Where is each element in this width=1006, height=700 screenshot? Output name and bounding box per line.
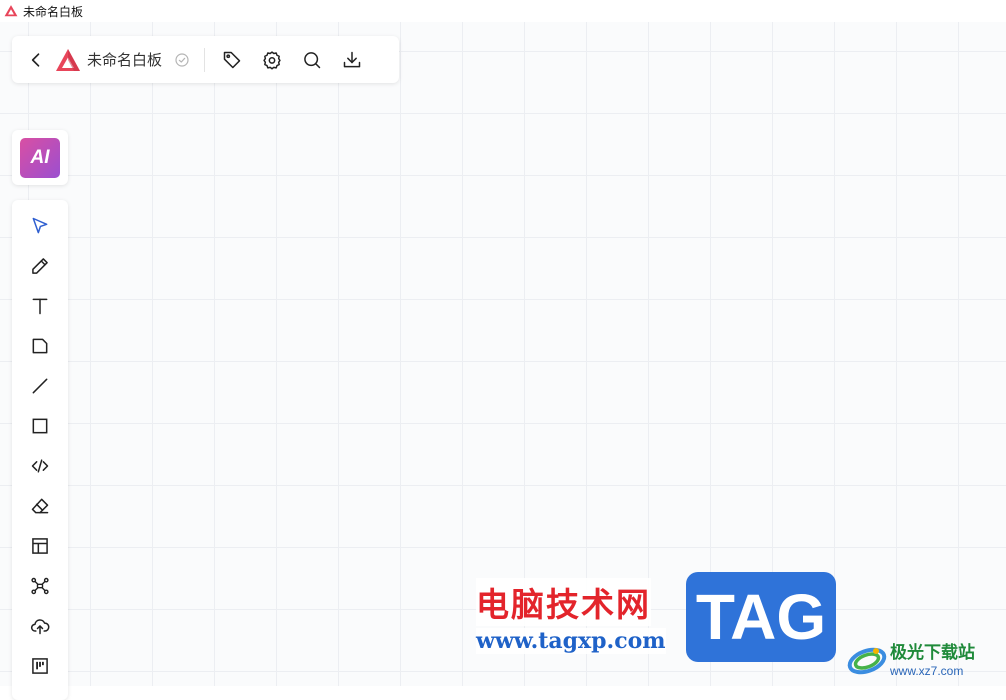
window-titlebar: 未命名白板 [0, 0, 1006, 22]
code-icon [31, 459, 49, 473]
chevron-left-icon [31, 52, 40, 67]
watermark-cn-text: 电脑技术网 [476, 578, 651, 626]
board-header: 未命名白板 [12, 36, 399, 83]
rectangle-icon [32, 418, 48, 434]
text-icon [32, 298, 48, 315]
layout-icon [32, 538, 48, 554]
eraser-icon [31, 498, 49, 514]
sticky-note-icon [32, 338, 48, 354]
window-title: 未命名白板 [23, 4, 84, 19]
watermark-tag-logo: TAG [686, 572, 836, 662]
gear-icon [263, 50, 281, 69]
tool-text[interactable] [26, 292, 54, 320]
cloud-upload-icon [31, 619, 50, 635]
tool-template[interactable] [26, 532, 54, 560]
search-icon [304, 51, 321, 68]
download-button[interactable] [339, 47, 365, 73]
tool-eraser[interactable] [26, 492, 54, 520]
tag-icon [223, 51, 241, 68]
tag-button[interactable] [219, 47, 245, 73]
ai-panel: AI [12, 130, 68, 185]
tool-kanban[interactable] [26, 652, 54, 680]
pencil-icon [32, 258, 48, 274]
tool-upload[interactable] [26, 612, 54, 640]
download-icon [343, 51, 361, 67]
tool-sticky-note[interactable] [26, 332, 54, 360]
tool-select[interactable] [26, 212, 54, 240]
kanban-icon [32, 658, 48, 674]
line-icon [32, 378, 48, 394]
tool-pen[interactable] [26, 252, 54, 280]
pointer-icon [32, 217, 48, 234]
mindmap-icon [31, 577, 49, 595]
red-triangle-logo-icon [4, 5, 18, 17]
tool-code[interactable] [26, 452, 54, 480]
settings-button[interactable] [259, 47, 285, 73]
tool-rectangle[interactable] [26, 412, 54, 440]
header-divider [204, 47, 206, 72]
watermark-url: www.tagxp.com [476, 628, 666, 654]
red-triangle-logo-icon [56, 48, 80, 71]
watermark-site-badge: 极光下载站 www.xz7.com [846, 630, 1006, 686]
back-button[interactable] [23, 47, 49, 73]
aurora-logo-icon [847, 647, 887, 675]
watermark-site-name: 极光下载站 [890, 643, 975, 663]
check-circle-icon [175, 52, 189, 67]
search-button[interactable] [299, 47, 325, 73]
board-title[interactable]: 未命名白板 [87, 49, 162, 70]
tool-mindmap[interactable] [26, 572, 54, 600]
ai-button[interactable]: AI [20, 137, 60, 178]
tool-line[interactable] [26, 372, 54, 400]
tool-palette [12, 200, 68, 700]
watermark-site-url: www.xz7.com [890, 664, 964, 678]
